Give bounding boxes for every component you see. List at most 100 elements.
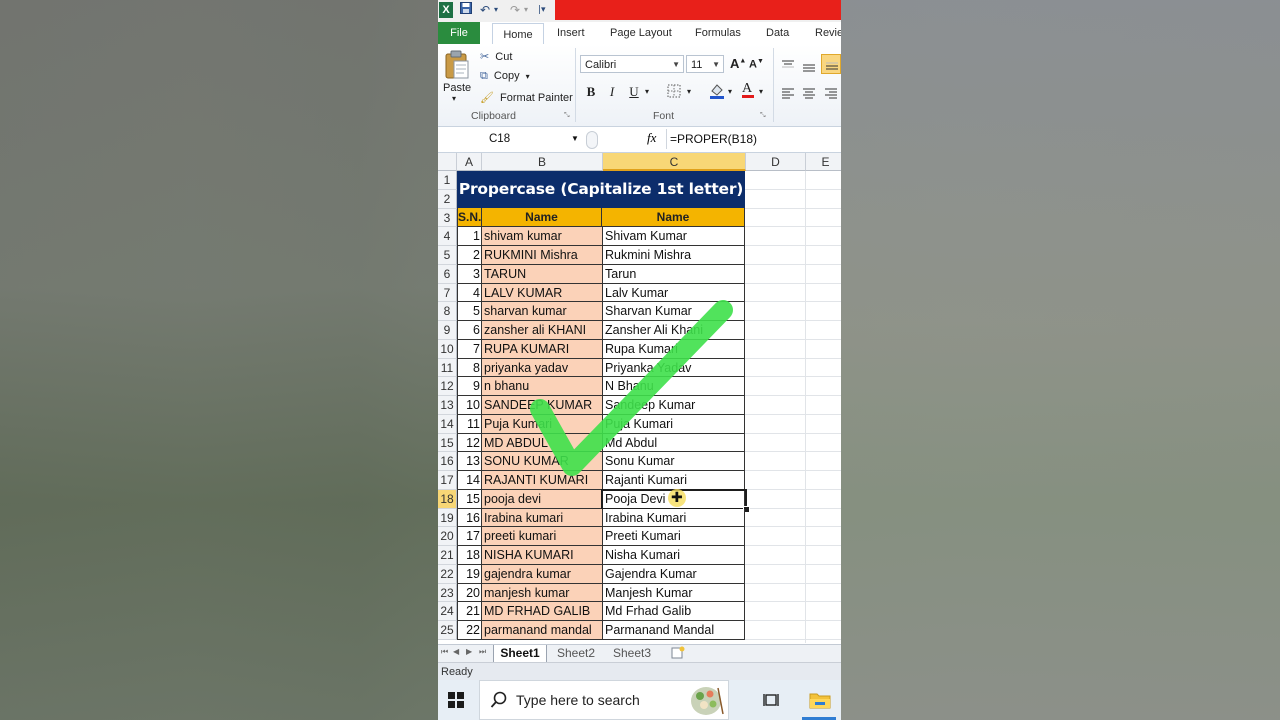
cell-original-name[interactable]: Irabina kumari: [481, 508, 602, 528]
cell-proper-name[interactable]: Gajendra Kumar: [602, 564, 745, 584]
underline-dropdown-icon[interactable]: ▾: [645, 87, 649, 96]
font-color-icon[interactable]: A: [742, 81, 754, 98]
cell-original-name[interactable]: manjesh kumar: [481, 583, 602, 603]
cell-proper-name[interactable]: Sandeep Kumar: [602, 396, 745, 415]
header-name-c[interactable]: Name: [602, 208, 745, 227]
row-header[interactable]: 11: [438, 358, 457, 378]
column-header-b[interactable]: B: [482, 153, 603, 171]
row-header[interactable]: 9: [438, 321, 457, 340]
insert-sheet-icon[interactable]: [671, 646, 685, 662]
cell-sn[interactable]: 1: [457, 227, 481, 246]
cell-sn[interactable]: 14: [457, 471, 481, 490]
save-icon[interactable]: [460, 2, 472, 18]
cell-original-name[interactable]: zansher ali KHANI: [481, 321, 602, 340]
windows-start-icon[interactable]: [448, 692, 464, 708]
clipboard-launcher-icon[interactable]: ⤡: [564, 112, 570, 120]
row-header[interactable]: 7: [438, 283, 457, 303]
cell-sn[interactable]: 17: [457, 527, 481, 546]
fill-color-dropdown-icon[interactable]: ▾: [728, 87, 732, 96]
paste-dropdown-icon[interactable]: ▾: [452, 94, 456, 103]
formula-input[interactable]: =PROPER(B18): [670, 129, 757, 149]
row-header[interactable]: 19: [438, 508, 457, 528]
cell-sn[interactable]: 20: [457, 583, 481, 603]
tab-insert[interactable]: Insert: [557, 22, 585, 44]
cell-sn[interactable]: 22: [457, 621, 481, 640]
cell-proper-name[interactable]: Preeti Kumari: [602, 527, 745, 546]
cell-sn[interactable]: 5: [457, 302, 481, 321]
cell-proper-name[interactable]: Md Abdul: [602, 433, 745, 453]
taskbar-search[interactable]: Type here to search: [479, 680, 729, 720]
paste-icon[interactable]: [444, 50, 470, 80]
bold-button[interactable]: B: [582, 83, 600, 101]
align-left-icon[interactable]: [781, 85, 795, 99]
row-header[interactable]: 17: [438, 471, 457, 490]
select-all-corner[interactable]: [438, 153, 457, 171]
align-middle-icon[interactable]: [802, 59, 816, 72]
font-size-select[interactable]: 11 ▼: [686, 55, 724, 73]
align-right-icon[interactable]: [824, 85, 838, 99]
cell-proper-name[interactable]: Shivam Kumar: [602, 227, 745, 246]
cell-proper-name[interactable]: Puja Kumari: [602, 414, 745, 434]
header-name-b[interactable]: Name: [482, 208, 602, 227]
cell-original-name[interactable]: shivam kumar: [481, 227, 602, 246]
align-top-icon[interactable]: [781, 57, 795, 69]
cell-original-name[interactable]: RAJANTI KUMARI: [481, 471, 602, 490]
cell-sn[interactable]: 16: [457, 508, 481, 528]
row-header[interactable]: 8: [438, 302, 457, 321]
last-sheet-icon[interactable]: ⏭: [479, 647, 486, 657]
row-header[interactable]: 21: [438, 546, 457, 565]
cell-original-name[interactable]: Puja Kumari: [481, 414, 602, 434]
font-color-dropdown-icon[interactable]: ▾: [759, 87, 763, 96]
sheet-title[interactable]: Propercase (Capitalize 1st letter): [457, 171, 745, 208]
row-header[interactable]: 24: [438, 602, 457, 621]
cell-sn[interactable]: 8: [457, 358, 481, 378]
tab-file[interactable]: File: [438, 22, 480, 44]
splitter-handle[interactable]: [586, 131, 598, 149]
fill-color-icon[interactable]: [709, 82, 725, 103]
cell-original-name[interactable]: MD FRHAD GALIB: [481, 602, 602, 621]
cell-original-name[interactable]: TARUN: [481, 264, 602, 284]
cell-original-name[interactable]: parmanand mandal: [481, 621, 602, 640]
cell-proper-name[interactable]: Rajanti Kumari: [602, 471, 745, 490]
cell-original-name[interactable]: priyanka yadav: [481, 358, 602, 378]
header-sn[interactable]: S.N.: [457, 208, 482, 227]
cell-proper-name[interactable]: Parmanand Mandal: [602, 621, 745, 640]
tab-page-layout[interactable]: Page Layout: [610, 22, 672, 44]
row-header[interactable]: 10: [438, 339, 457, 359]
cell-sn[interactable]: 13: [457, 452, 481, 471]
cell-sn[interactable]: 4: [457, 283, 481, 303]
cell-sn[interactable]: 18: [457, 546, 481, 565]
cell-proper-name[interactable]: N Bhanu: [602, 377, 745, 396]
cell-original-name[interactable]: RUPA KUMARI: [481, 339, 602, 359]
italic-button[interactable]: I: [603, 83, 621, 101]
cell-proper-name[interactable]: Sharvan Kumar: [602, 302, 745, 321]
cell-sn[interactable]: 3: [457, 264, 481, 284]
row-header[interactable]: 1: [438, 171, 457, 190]
cell-sn[interactable]: 21: [457, 602, 481, 621]
redo-icon[interactable]: ↷: [510, 2, 520, 18]
cell-sn[interactable]: 6: [457, 321, 481, 340]
grow-font-icon[interactable]: A▲: [730, 56, 746, 71]
cell-original-name[interactable]: NISHA KUMARI: [481, 546, 602, 565]
row-header[interactable]: 12: [438, 377, 457, 396]
cell-proper-name[interactable]: Tarun: [602, 264, 745, 284]
redo-dropdown-icon[interactable]: ▾: [524, 2, 528, 18]
row-header[interactable]: 3: [438, 208, 457, 228]
row-header[interactable]: 6: [438, 264, 457, 284]
column-header-c[interactable]: C: [603, 153, 746, 171]
sheet-tab-1[interactable]: Sheet1: [493, 645, 547, 663]
row-header[interactable]: 20: [438, 527, 457, 546]
cell-sn[interactable]: 15: [457, 489, 481, 509]
cell-original-name[interactable]: pooja devi: [481, 489, 602, 509]
sheet-tab-2[interactable]: Sheet2: [550, 645, 602, 662]
column-header-e[interactable]: E: [806, 153, 841, 171]
cell-sn[interactable]: 10: [457, 396, 481, 415]
shrink-font-icon[interactable]: A▼: [749, 58, 764, 71]
row-header[interactable]: 14: [438, 414, 457, 434]
format-painter-button[interactable]: 🖌 Format Painter: [480, 91, 573, 104]
copy-dropdown-icon[interactable]: ▾: [526, 72, 530, 81]
first-sheet-icon[interactable]: ⏮: [441, 647, 448, 657]
prev-sheet-icon[interactable]: ◀: [453, 647, 459, 656]
cell-proper-name[interactable]: Lalv Kumar: [602, 283, 745, 303]
tab-home[interactable]: Home: [492, 23, 544, 46]
